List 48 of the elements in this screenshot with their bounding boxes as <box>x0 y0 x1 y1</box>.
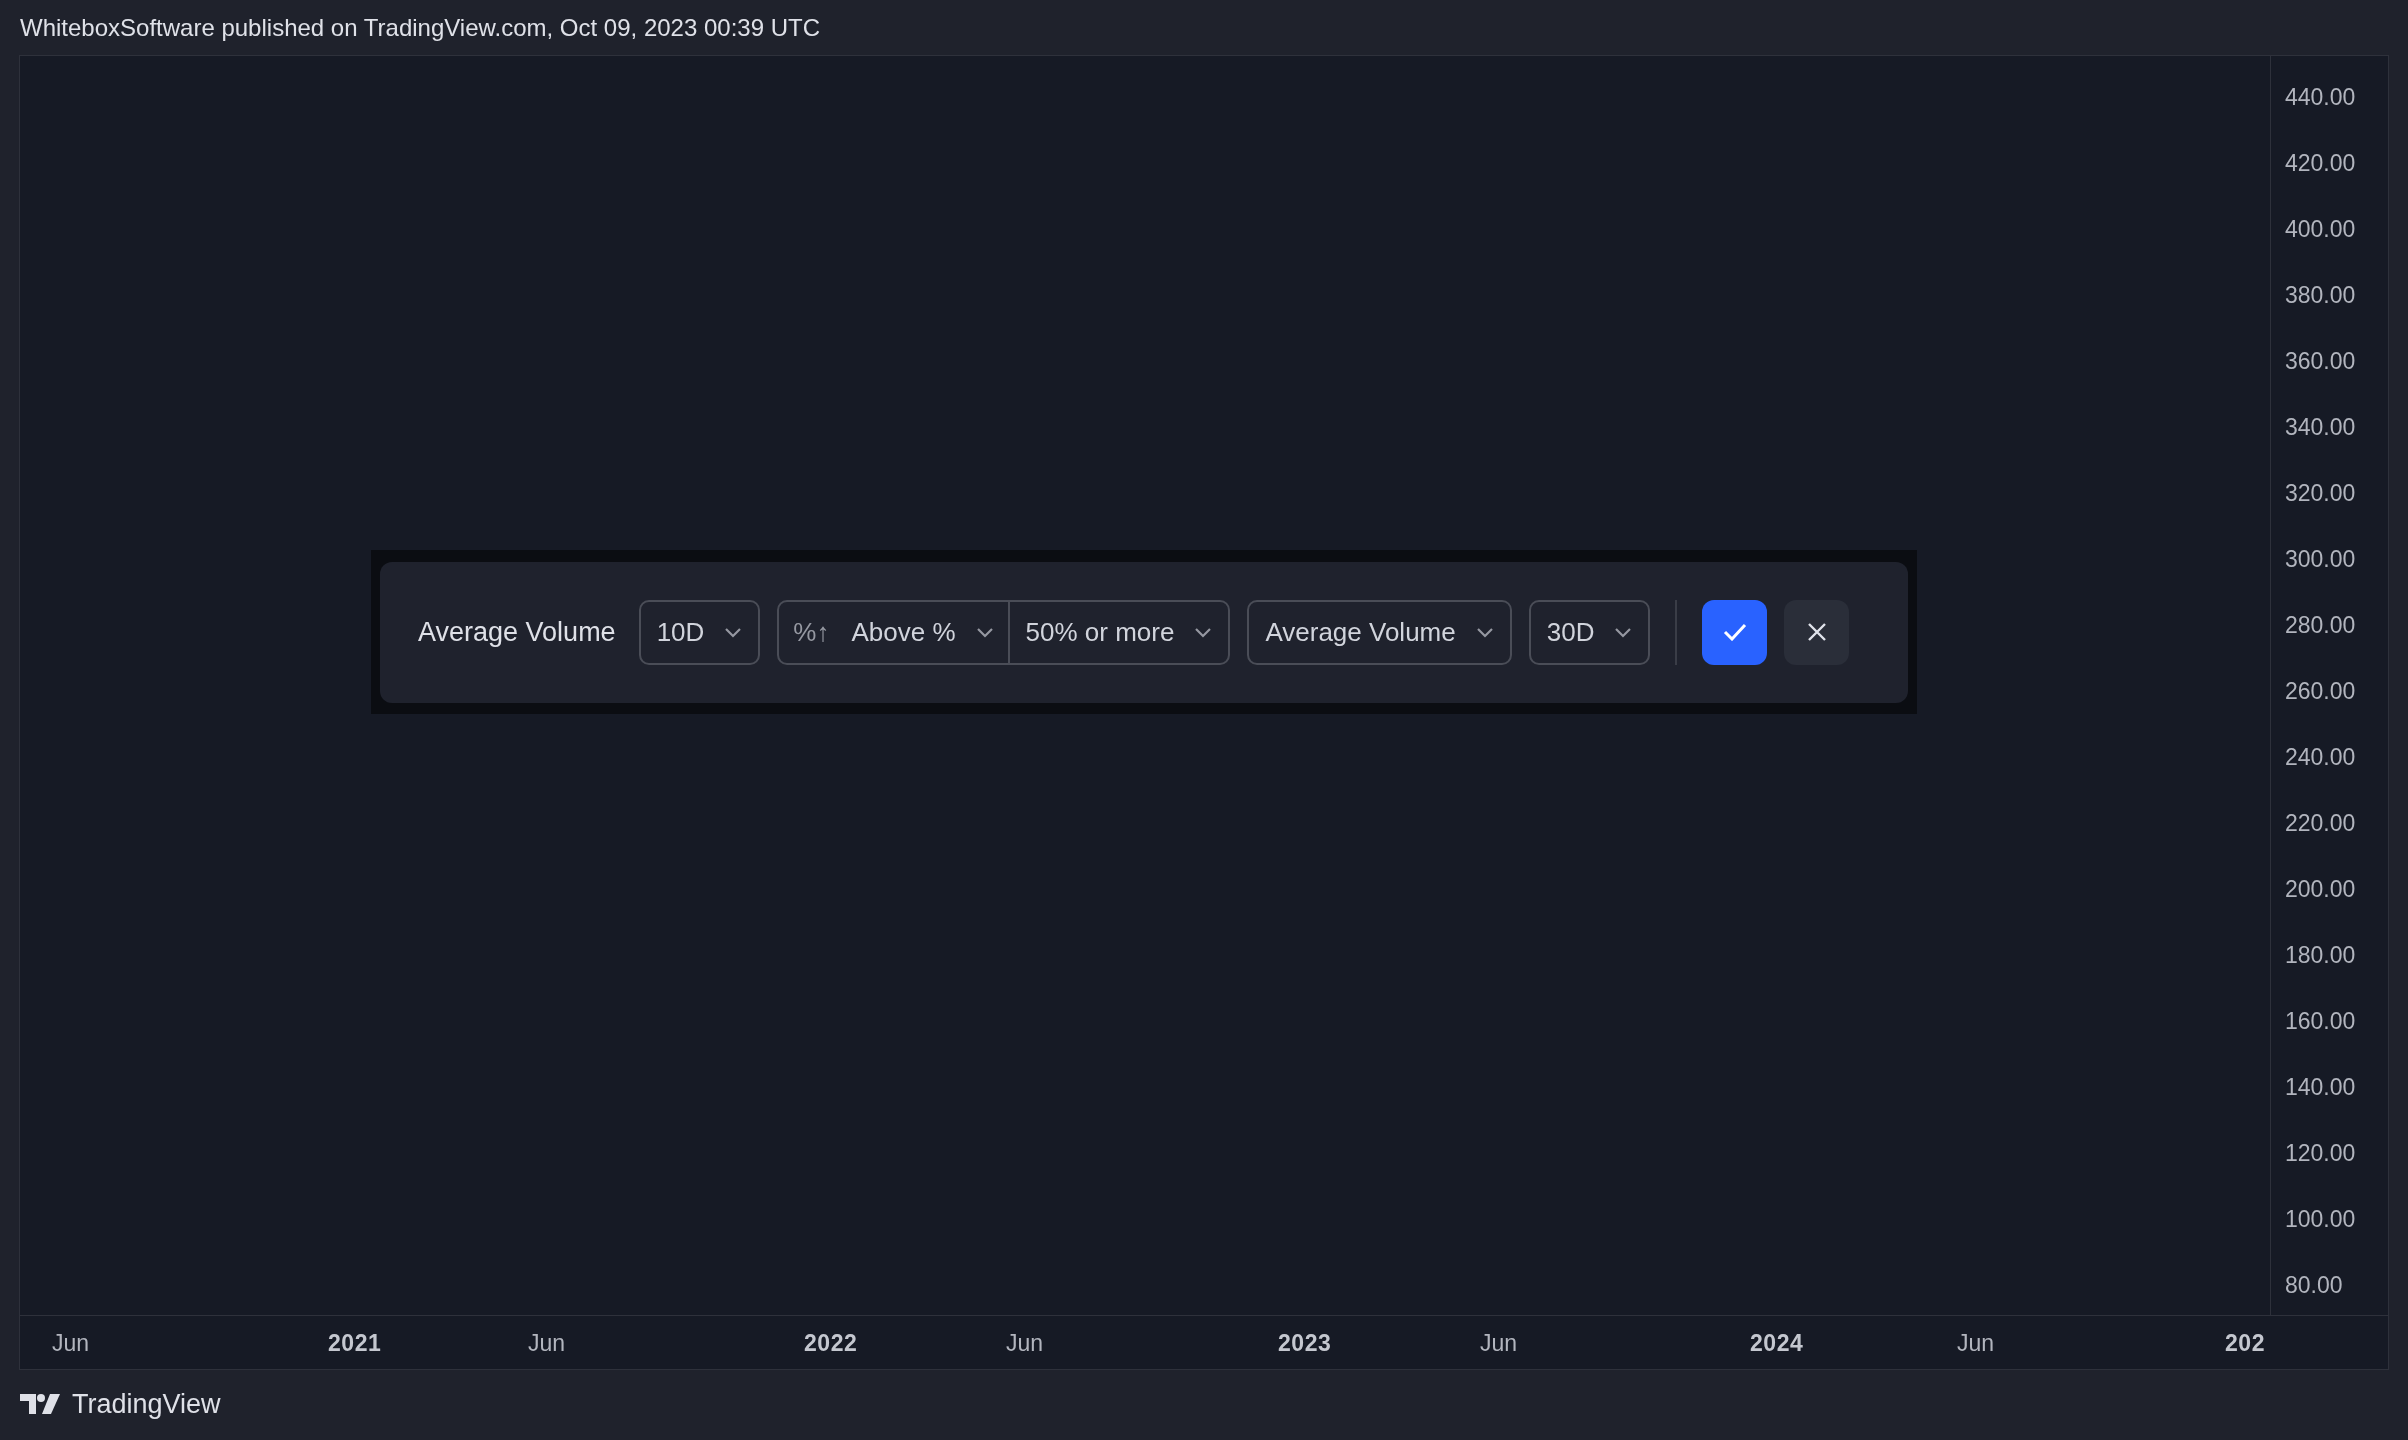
price-label: 420.00 <box>2285 152 2356 175</box>
time-label: Jun <box>1480 1332 1518 1355</box>
time-label: 2022 <box>804 1332 858 1355</box>
price-label: 140.00 <box>2285 1076 2356 1099</box>
chevron-down-icon <box>975 626 994 638</box>
price-label: 300.00 <box>2285 548 2356 571</box>
price-label: 160.00 <box>2285 1010 2356 1033</box>
price-label: 440.00 <box>2285 86 2356 109</box>
time-label: Jun <box>1957 1332 1995 1355</box>
chevron-down-icon <box>724 626 743 638</box>
dropdown-button[interactable]: 10D <box>638 599 761 665</box>
close-button[interactable] <box>1784 599 1850 665</box>
percent-up-glyph: %↑ <box>793 615 830 649</box>
time-label: Jun <box>528 1332 566 1355</box>
price-label: 280.00 <box>2285 614 2356 637</box>
price-label: 240.00 <box>2285 746 2356 769</box>
chevron-down-icon <box>1475 626 1494 638</box>
chevron-down-icon <box>1194 626 1213 638</box>
dropdown-button[interactable]: Average Volume <box>1247 599 1512 665</box>
price-label: 120.00 <box>2285 1142 2356 1165</box>
price-label: 200.00 <box>2285 878 2356 901</box>
logo-icon <box>20 1394 60 1414</box>
dropdown-button[interactable]: %↑ Above % <box>779 601 1010 663</box>
price-label: 100.00 <box>2285 1208 2356 1231</box>
price-label: 360.00 <box>2285 350 2356 373</box>
publish-info: WhiteboxSoftware published on TradingView.com, Oct 09, 2023 00:39 UTC <box>20 12 820 43</box>
confirm-button[interactable] <box>1702 599 1768 665</box>
dropdown-button[interactable]: 50% or more <box>1009 601 1229 663</box>
time-label: 2021 <box>328 1332 382 1355</box>
price-label: 80.00 <box>2285 1274 2343 1297</box>
brand-name: TradingView <box>72 1387 221 1421</box>
price-label: 380.00 <box>2285 284 2356 307</box>
close-icon <box>1806 622 1827 642</box>
time-label: Jun <box>52 1332 90 1355</box>
time-label: 2024 <box>1750 1332 1804 1355</box>
price-label: 220.00 <box>2285 812 2356 835</box>
price-label: 260.00 <box>2285 680 2356 703</box>
time-label: 2023 <box>1278 1332 1332 1355</box>
check-icon <box>1722 623 1747 641</box>
price-label: 320.00 <box>2285 482 2356 505</box>
dropdown-button[interactable]: 30D <box>1528 599 1651 665</box>
filter-label: Average Volume <box>418 615 616 649</box>
chevron-down-icon <box>1614 626 1633 638</box>
time-label: 202 <box>2225 1332 2266 1355</box>
price-label: 400.00 <box>2285 218 2356 241</box>
price-label: 180.00 <box>2285 944 2356 967</box>
time-label: Jun <box>1006 1332 1044 1355</box>
price-label: 340.00 <box>2285 416 2356 439</box>
